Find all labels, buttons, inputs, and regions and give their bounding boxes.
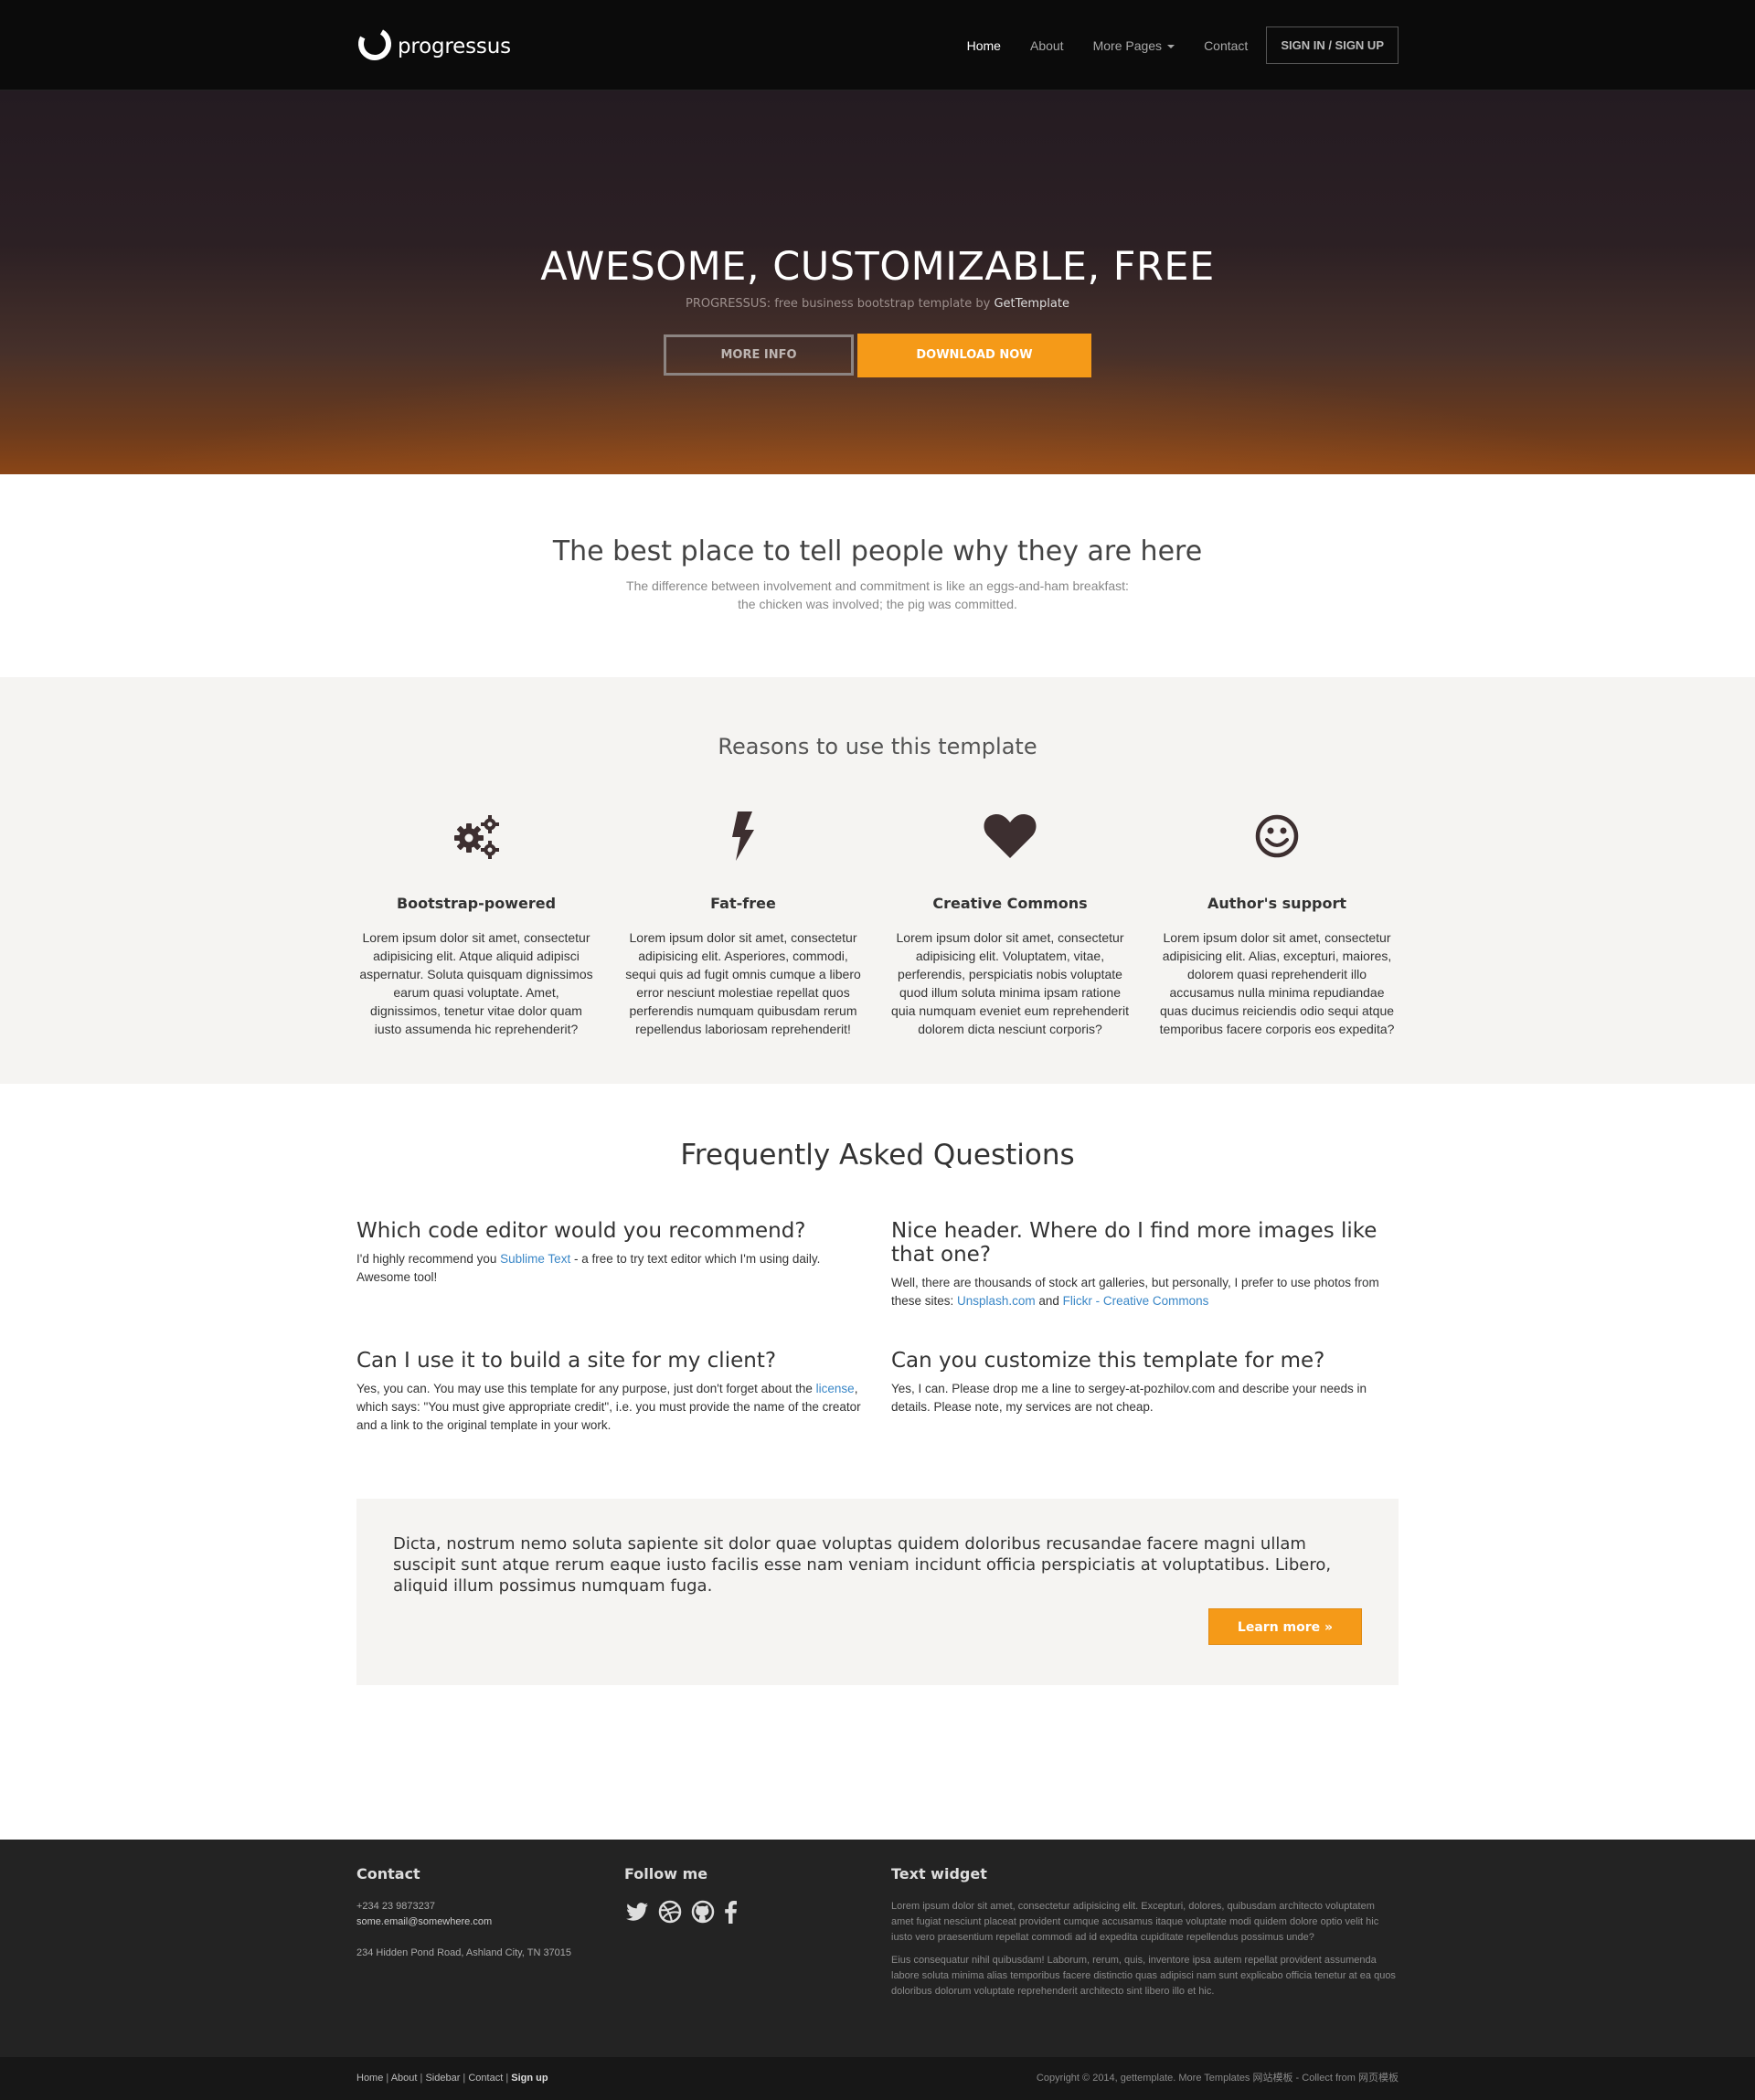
hero-header: AWESOME, CUSTOMIZABLE, FREE PROGRESSUS: … <box>0 90 1755 474</box>
copyright-text: Copyright © 2014, gettemplate. More Temp… <box>1036 2073 1399 2084</box>
faq-grid: Which code editor would you recommend? I… <box>356 1219 1399 1479</box>
callout-text: Dicta, nostrum nemo soluta sapiente sit … <box>393 1534 1332 1596</box>
flickr-link[interactable]: Flickr - Creative Commons <box>1063 1294 1209 1308</box>
gears-icon <box>356 809 596 864</box>
faq-question: Nice header. Where do I find more images… <box>891 1219 1377 1267</box>
intro-line-2: the chicken was involved; the pig was co… <box>738 597 1017 611</box>
feature-item: Fat-free Lorem ipsum dolor sit amet, con… <box>623 809 863 1038</box>
faq-answer: Yes, I can. Please drop me a line to ser… <box>891 1382 1367 1414</box>
dribbble-icon[interactable] <box>657 1899 683 1929</box>
social-links <box>624 1899 891 1929</box>
features-row: Bootstrap-powered Lorem ipsum dolor sit … <box>356 809 1399 1038</box>
footer-link-signup[interactable]: Sign up <box>511 2073 548 2084</box>
hero-subtitle-text: PROGRESSUS: free business bootstrap temp… <box>686 297 994 311</box>
callout-box: Dicta, nostrum nemo soluta sapiente sit … <box>356 1499 1399 1685</box>
feature-text: Lorem ipsum dolor sit amet, consectetur … <box>891 930 1129 1036</box>
feature-title: Bootstrap-powered <box>396 895 557 912</box>
faq-item: Can I use it to build a site for my clie… <box>356 1349 864 1479</box>
footer-links: Home | About | Sidebar | Contact | Sign … <box>356 2073 548 2084</box>
facebook-icon[interactable] <box>723 1899 738 1929</box>
feature-title: Creative Commons <box>932 895 1088 912</box>
nav-contact[interactable]: Contact <box>1204 38 1248 53</box>
contact-email-link[interactable]: some.email@somewhere.com <box>356 1916 492 1927</box>
signin-button[interactable]: SIGN IN / SIGN UP <box>1266 27 1399 64</box>
smiley-icon <box>1157 809 1397 864</box>
brand-name: progressus <box>398 35 511 58</box>
faq-answer: Yes, you can. You may use this template … <box>356 1380 864 1435</box>
footer-link-about[interactable]: About <box>391 2073 418 2084</box>
footer-contact-title: Contact <box>356 1865 420 1883</box>
gettemplate-link[interactable]: GetTemplate <box>994 297 1069 311</box>
license-link[interactable]: license <box>816 1382 855 1395</box>
faq-title: Frequently Asked Questions <box>680 1139 1075 1172</box>
feature-item: Bootstrap-powered Lorem ipsum dolor sit … <box>356 809 596 1038</box>
feature-text: Lorem ipsum dolor sit amet, consectetur … <box>359 930 593 1036</box>
github-icon[interactable] <box>690 1899 716 1929</box>
faq-answer-text: I'd highly recommend you <box>356 1252 501 1266</box>
navbar: progressus Home About More Pages Contact… <box>0 0 1755 90</box>
faq-item: Nice header. Where do I find more images… <box>891 1219 1399 1349</box>
footer-link-home[interactable]: Home <box>356 2073 383 2084</box>
contact-details: +234 23 9873237 some.email@somewhere.com… <box>356 1899 624 1961</box>
footer: Contact +234 23 9873237 some.email@somew… <box>0 1840 1755 2057</box>
footer-widget-title: Text widget <box>891 1865 987 1883</box>
footer-contact: Contact +234 23 9873237 some.email@somew… <box>356 1865 624 2007</box>
footer-link-sidebar[interactable]: Sidebar <box>425 2073 460 2084</box>
unsplash-link[interactable]: Unsplash.com <box>957 1294 1036 1308</box>
caret-down-icon <box>1167 44 1175 48</box>
hero-title: AWESOME, CUSTOMIZABLE, FREE <box>540 244 1215 290</box>
faq-answer: Well, there are thousands of stock art g… <box>891 1274 1399 1310</box>
sublime-text-link[interactable]: Sublime Text <box>500 1252 570 1266</box>
learn-more-button[interactable]: Learn more » <box>1208 1608 1362 1645</box>
faq-answer-text: Yes, you can. You may use this template … <box>356 1382 816 1395</box>
faq-question: Which code editor would you recommend? <box>356 1219 806 1243</box>
brand-logo[interactable]: progressus <box>356 24 511 64</box>
footer-follow-title: Follow me <box>624 1865 708 1883</box>
footer-text-widget: Text widget Lorem ipsum dolor sit amet, … <box>891 1865 1399 2007</box>
feature-title: Fat-free <box>710 895 776 912</box>
feature-item: Author's support Lorem ipsum dolor sit a… <box>1157 809 1397 1038</box>
widget-paragraph: Eius consequatur nihil quibusdam! Laboru… <box>891 1955 1396 1997</box>
widget-text: Lorem ipsum dolor sit amet, consectetur … <box>891 1899 1399 1999</box>
flash-icon <box>623 809 863 864</box>
hero-subtitle: PROGRESSUS: free business bootstrap temp… <box>0 297 1755 311</box>
nav-more-pages-label: More Pages <box>1092 37 1163 53</box>
faq-question: Can you customize this template for me? <box>891 1349 1325 1373</box>
faq-item: Which code editor would you recommend? I… <box>356 1219 864 1349</box>
features-title: Reasons to use this template <box>718 734 1037 759</box>
faq-answer: I'd highly recommend you Sublime Text - … <box>356 1250 864 1287</box>
contact-phone: +234 23 9873237 <box>356 1901 435 1912</box>
contact-address: 234 Hidden Pond Road, Ashland City, TN 3… <box>356 1947 572 1958</box>
intro-title: The best place to tell people why they a… <box>552 536 1203 567</box>
footer-link-contact[interactable]: Contact <box>468 2073 503 2084</box>
faq-answer-text: and <box>1035 1294 1063 1308</box>
footer-follow: Follow me <box>624 1865 891 2007</box>
feature-text: Lorem ipsum dolor sit amet, consectetur … <box>625 930 861 1036</box>
features-section: Reasons to use this template Bootstrap-p… <box>0 677 1755 1084</box>
faq-item: Can you customize this template for me? … <box>891 1349 1399 1479</box>
feature-text: Lorem ipsum dolor sit amet, consectetur … <box>1159 930 1395 1036</box>
intro-line-1: The difference between involvement and c… <box>626 578 1129 593</box>
twitter-icon[interactable] <box>624 1899 650 1929</box>
footer-bottom: Home | About | Sidebar | Contact | Sign … <box>0 2057 1755 2100</box>
download-now-button[interactable]: DOWNLOAD NOW <box>857 334 1091 377</box>
nav-home[interactable]: Home <box>967 38 1001 53</box>
heart-icon <box>890 809 1130 864</box>
intro-text: The difference between involvement and c… <box>0 577 1755 613</box>
main-nav: Home About More Pages Contact SIGN IN / … <box>938 27 1399 64</box>
widget-paragraph: Lorem ipsum dolor sit amet, consectetur … <box>891 1901 1379 1943</box>
faq-section: Frequently Asked Questions Which code ed… <box>0 1084 1755 1685</box>
logo-ring-icon <box>358 27 391 60</box>
hero-buttons: MORE INFO DOWNLOAD NOW <box>0 334 1755 377</box>
more-info-button[interactable]: MORE INFO <box>664 334 854 376</box>
faq-question: Can I use it to build a site for my clie… <box>356 1349 777 1373</box>
nav-more-pages[interactable]: More Pages <box>1093 38 1175 53</box>
nav-about[interactable]: About <box>1030 38 1064 53</box>
feature-item: Creative Commons Lorem ipsum dolor sit a… <box>890 809 1130 1038</box>
intro-section: The best place to tell people why they a… <box>0 474 1755 677</box>
feature-title: Author's support <box>1207 895 1347 912</box>
